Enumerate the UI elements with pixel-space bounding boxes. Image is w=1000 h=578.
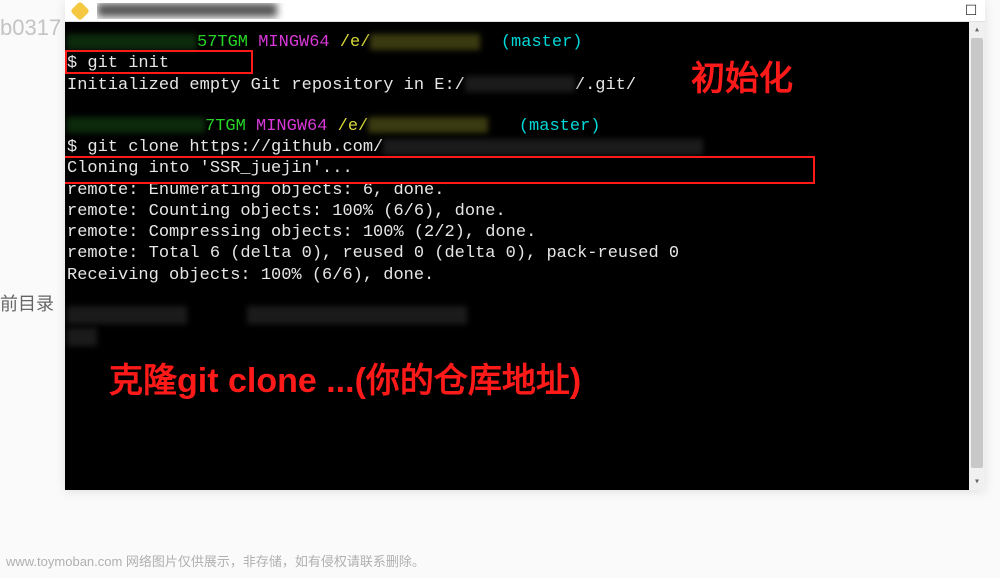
title-blurred-region [97, 3, 277, 17]
background-fragment-mid: 前目录 [0, 290, 54, 316]
output-cloning: Cloning into 'SSR_juejin'... [67, 158, 985, 179]
output-receiving: Receiving objects: 100% (6/6), done. [67, 265, 985, 286]
window-controls: ☐ [965, 5, 977, 17]
redacted-line [67, 327, 985, 348]
footer-watermark: www.toymoban.com 网络图片仅供展示，非存储，如有侵权请联系删除。 [6, 551, 425, 570]
output-counting: remote: Counting objects: 100% (6/6), do… [67, 201, 985, 222]
blank-line [67, 96, 985, 116]
command-git-init: $ git init [67, 53, 985, 74]
scroll-down-arrow[interactable]: ▾ [969, 474, 985, 490]
terminal-content[interactable]: 57TGM MINGW64 /e/ (master) $ git init In… [65, 22, 985, 490]
output-total: remote: Total 6 (delta 0), reused 0 (del… [67, 243, 985, 264]
scrollbar[interactable]: ▴ ▾ [969, 22, 985, 490]
git-bash-icon [70, 1, 90, 21]
window-title [97, 3, 965, 19]
output-enumerating: remote: Enumerating objects: 6, done. [67, 180, 985, 201]
output-compressing: remote: Compressing objects: 100% (2/2),… [67, 222, 985, 243]
prompt-line-2: 7TGM MINGW64 /e/ (master) [67, 116, 985, 137]
scroll-up-arrow[interactable]: ▴ [969, 22, 985, 38]
prompt-line-1: 57TGM MINGW64 /e/ (master) [67, 32, 985, 53]
annotation-clone: 克隆git clone ...(你的仓库地址) [109, 360, 581, 403]
prompt-line-3 [67, 306, 985, 327]
maximize-button[interactable]: ☐ [965, 5, 977, 17]
background-fragment-left: b0317 [0, 15, 61, 41]
output-init: Initialized empty Git repository in E://… [67, 75, 985, 96]
title-bar: ☐ [65, 0, 985, 22]
blank-line-2 [67, 286, 985, 306]
command-git-clone: $ git clone https://github.com/ [67, 137, 985, 158]
terminal-window: ☐ 57TGM MINGW64 /e/ (master) $ git init … [65, 0, 985, 490]
scroll-thumb[interactable] [971, 38, 983, 468]
